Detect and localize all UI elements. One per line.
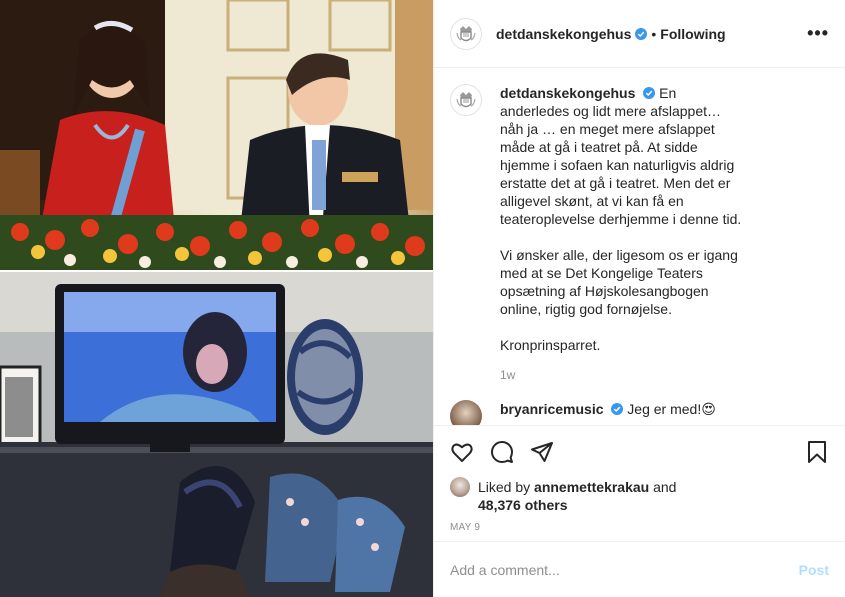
liked-by-prefix: Liked by: [478, 479, 531, 495]
royal-crest-icon: [456, 92, 476, 108]
post-header: detdanskekongehus • Following •••: [434, 0, 845, 68]
bookmark-icon[interactable]: [805, 440, 829, 464]
action-bar: [434, 426, 845, 478]
post-media[interactable]: [0, 0, 433, 597]
caption-time-ago[interactable]: 1w: [500, 368, 829, 382]
separator-dot: •: [651, 25, 657, 42]
account-avatar[interactable]: [450, 17, 482, 50]
liker-username[interactable]: annemettekrakau: [534, 479, 649, 495]
header-username[interactable]: detdanskekongehus: [496, 26, 631, 42]
likes-others-link[interactable]: 48,376 others: [478, 497, 568, 513]
royal-crest-icon: [456, 25, 476, 41]
caption: detdanskekongehus En anderledes og lidt …: [450, 84, 829, 354]
liker-avatar[interactable]: [450, 477, 470, 497]
verified-badge-icon: [611, 403, 624, 415]
caption-avatar[interactable]: [450, 84, 482, 116]
more-options-icon[interactable]: •••: [807, 23, 829, 44]
heart-icon[interactable]: [450, 440, 474, 464]
comment-bubble-icon[interactable]: [490, 440, 514, 464]
instagram-post: detdanskekongehus • Following ••• detdan…: [0, 0, 845, 597]
likes-text: Liked by annemettekrakau and 48,376 othe…: [478, 478, 676, 514]
post-sidebar: detdanskekongehus • Following ••• detdan…: [433, 0, 845, 597]
commenter-username[interactable]: bryanricemusic: [500, 401, 604, 417]
caption-username[interactable]: detdanskekongehus: [500, 85, 635, 101]
verified-badge-icon: [635, 27, 648, 40]
caption-paragraph-2: Vi ønsker alle, der ligesom os er igang …: [500, 247, 738, 317]
likes-connector: and: [653, 479, 677, 495]
comments-section[interactable]: detdanskekongehus En anderledes og lidt …: [434, 68, 845, 425]
post-date[interactable]: MAY 9: [434, 514, 845, 533]
comment-text: bryanricemusic Jeg er med!😍: [500, 400, 716, 418]
caption-paragraph-3: Kronprinsparret.: [500, 337, 601, 353]
tv-photo-illustration: [0, 272, 433, 597]
gala-photo: [0, 0, 433, 270]
comment-item: bryanricemusic Jeg er med!😍: [450, 400, 829, 425]
commenter-avatar[interactable]: [450, 400, 482, 425]
post-comment-button[interactable]: Post: [799, 562, 829, 578]
action-area: Liked by annemettekrakau and 48,376 othe…: [434, 425, 845, 533]
comment-body: Jeg er med!😍: [627, 401, 716, 417]
add-comment-bar: Post: [434, 541, 845, 597]
verified-badge-icon: [643, 87, 656, 99]
paper-plane-icon[interactable]: [530, 440, 554, 464]
following-button[interactable]: Following: [660, 26, 725, 42]
gala-photo-illustration: [0, 0, 433, 270]
comment-input[interactable]: [450, 561, 799, 578]
caption-paragraph-1: En anderledes og lidt mere afslappet… nå…: [500, 85, 742, 227]
likes-summary: Liked by annemettekrakau and 48,376 othe…: [434, 477, 845, 514]
tv-photo: [0, 272, 433, 597]
caption-text: detdanskekongehus En anderledes og lidt …: [500, 84, 745, 354]
